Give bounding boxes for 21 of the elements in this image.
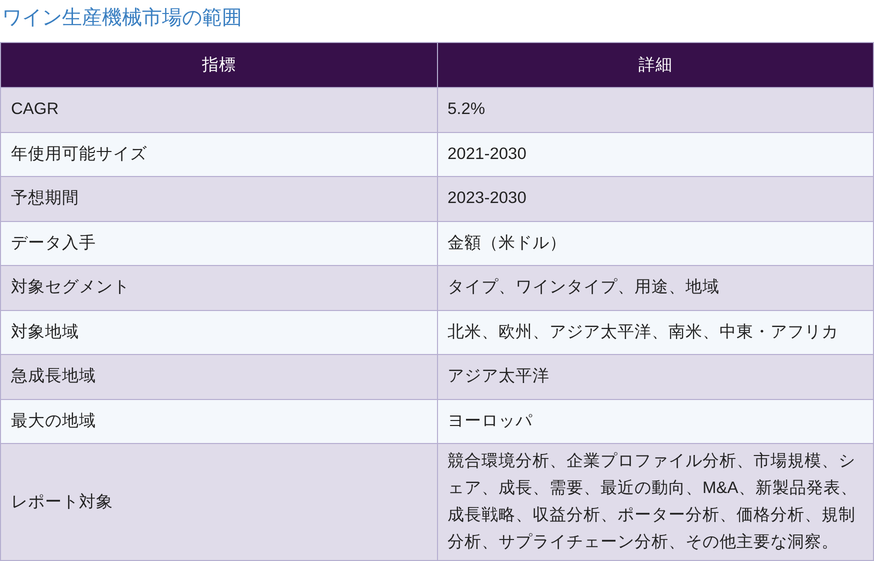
table-cell: アジア太平洋 [437, 354, 874, 399]
table-cell: 5.2% [437, 88, 874, 132]
table-cell: 北米、欧州、アジア太平洋、南米、中東・アフリカ [437, 310, 874, 354]
table-cell: データ入手 [0, 221, 437, 266]
table-cell: ヨーロッパ [437, 399, 874, 444]
column-header: 詳細 [437, 42, 874, 88]
table-cell: レポート対象 [0, 444, 437, 560]
table-cell: 年使用可能サイズ [0, 132, 437, 176]
table-cell: 急成長地域 [0, 354, 437, 399]
table-cell: 最大の地域 [0, 399, 437, 444]
table-cell: CAGR [0, 88, 437, 132]
table-cell: 2023-2030 [437, 176, 874, 221]
table-cell: タイプ、ワインタイプ、用途、地域 [437, 266, 874, 310]
table-cell: 競合環境分析、企業プロファイル分析、市場規模、シェア、成長、需要、最近の動向、M&A、新製品発表、成長戦略、収益分析、ポーター分析、価格分析、規制分析、サプライチェーン分析、その他主要な洞察。 [437, 444, 874, 560]
table-cell: 2021-2030 [437, 132, 874, 176]
column-header: 指標 [0, 42, 437, 88]
table-cell: 予想期間 [0, 176, 437, 221]
table-cell: 対象セグメント [0, 266, 437, 310]
page-title: ワイン生産機械市場の範囲 [2, 6, 243, 31]
table-cell: 対象地域 [0, 310, 437, 354]
table-cell: 金額（米ドル） [437, 221, 874, 266]
